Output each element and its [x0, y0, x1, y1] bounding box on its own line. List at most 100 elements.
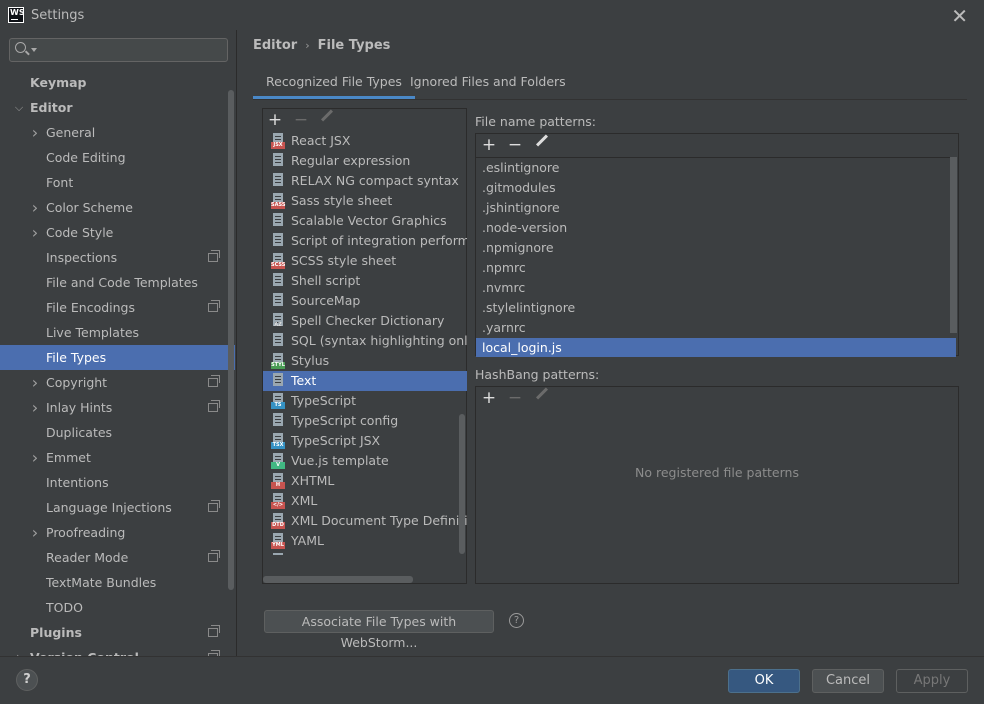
file-type-row[interactable]: YML YAML	[263, 531, 467, 551]
sidebar-item-color-scheme[interactable]: › Color Scheme	[0, 195, 237, 220]
breadcrumb-parent[interactable]: Editor	[253, 38, 297, 53]
file-type-row[interactable]: TSX TypeScript JSX	[263, 431, 467, 451]
sidebar-item-live-templates[interactable]: Live Templates	[0, 320, 237, 345]
apply-button[interactable]: Apply	[896, 669, 968, 693]
chevron-right-icon[interactable]: ›	[29, 445, 41, 470]
sidebar-item-plugins[interactable]: Plugins	[0, 620, 237, 645]
edit-file-type-icon[interactable]	[320, 109, 334, 122]
file-type-row[interactable]: yarn yarn.lock	[263, 551, 467, 555]
sidebar-item-font[interactable]: Font	[0, 170, 237, 195]
add-hashbang-button[interactable]: +	[479, 388, 499, 408]
file-type-row[interactable]: Shell script	[263, 271, 467, 291]
edit-pattern-icon[interactable]	[535, 134, 549, 147]
file-type-row[interactable]: SourceMap	[263, 291, 467, 311]
file-type-row[interactable]: SCSS SCSS style sheet	[263, 251, 467, 271]
file-type-row[interactable]: Script of integration performance	[263, 231, 467, 251]
search-icon	[15, 42, 26, 53]
file-type-row[interactable]: </> XML	[263, 491, 467, 511]
sidebar-item-emmet[interactable]: › Emmet	[0, 445, 237, 470]
ok-button[interactable]: OK	[728, 669, 800, 693]
search-history-dropdown-icon[interactable]	[31, 48, 37, 52]
sidebar-item-general[interactable]: › General	[0, 120, 237, 145]
file-type-row[interactable]: SQL (syntax highlighting only)	[263, 331, 467, 351]
remove-hashbang-button[interactable]: −	[505, 388, 525, 408]
sidebar-item-label: Emmet	[46, 450, 91, 465]
sidebar-item-editor[interactable]: ⌵ Editor	[0, 95, 237, 120]
file-type-row[interactable]: STYL Stylus	[263, 351, 467, 371]
patterns-scrollbar[interactable]	[950, 157, 957, 333]
settings-search[interactable]	[9, 38, 228, 62]
file-type-row[interactable]: DTD XML Document Type Definition	[263, 511, 467, 531]
sidebar-item-proofreading[interactable]: › Proofreading	[0, 520, 237, 545]
sidebar-item-code-editing[interactable]: Code Editing	[0, 145, 237, 170]
sidebar-scrollbar[interactable]	[228, 90, 234, 590]
edit-hashbang-icon[interactable]	[535, 387, 549, 400]
associate-file-types-button[interactable]: Associate File Types with WebStorm...	[264, 610, 494, 650]
pattern-row[interactable]: .node-version	[476, 218, 956, 238]
remove-pattern-button[interactable]: −	[505, 135, 525, 155]
add-pattern-button[interactable]: +	[479, 135, 499, 155]
file-type-row[interactable]: TS TypeScript	[263, 391, 467, 411]
sidebar-item-inlay-hints[interactable]: › Inlay Hints	[0, 395, 237, 420]
file-type-row[interactable]: Text	[263, 371, 467, 391]
file-types-vscrollbar[interactable]	[459, 414, 465, 554]
chevron-right-icon[interactable]: ›	[29, 520, 41, 545]
tab-recognized-file-types[interactable]: Recognized File Types	[253, 70, 415, 99]
sidebar-item-file-and-code-templates[interactable]: File and Code Templates	[0, 270, 237, 295]
pattern-row[interactable]: .npmignore	[476, 238, 956, 258]
help-icon[interactable]: ?	[509, 613, 524, 628]
tab-ignored-files-and-folders[interactable]: Ignored Files and Folders	[397, 70, 579, 99]
sidebar-item-version-control[interactable]: › Version Control	[0, 645, 237, 656]
pattern-row[interactable]: .stylelintignore	[476, 298, 956, 318]
chevron-right-icon[interactable]: ›	[29, 395, 41, 420]
file-type-icon	[271, 153, 285, 169]
pattern-row[interactable]: .gitmodules	[476, 178, 956, 198]
sidebar-item-inspections[interactable]: Inspections	[0, 245, 237, 270]
sidebar-item-intentions[interactable]: Intentions	[0, 470, 237, 495]
file-type-row[interactable]: V Vue.js template	[263, 451, 467, 471]
chevron-right-icon[interactable]: ›	[29, 120, 41, 145]
file-type-icon: JSX	[271, 133, 285, 149]
chevron-right-icon[interactable]: ›	[13, 645, 25, 656]
pattern-row[interactable]: .nvmrc	[476, 278, 956, 298]
file-type-row[interactable]: SASS Sass style sheet	[263, 191, 467, 211]
file-type-icon: H	[271, 473, 285, 489]
file-type-label: Sass style sheet	[291, 193, 393, 208]
pattern-row[interactable]: .npmrc	[476, 258, 956, 278]
file-type-row[interactable]: JSX React JSX	[263, 131, 467, 151]
chevron-right-icon[interactable]: ›	[29, 370, 41, 395]
close-icon[interactable]: ✕	[951, 4, 968, 28]
file-type-row[interactable]: AZ Spell Checker Dictionary	[263, 311, 467, 331]
sidebar-item-reader-mode[interactable]: Reader Mode	[0, 545, 237, 570]
help-button[interactable]: ?	[16, 669, 38, 691]
sidebar-item-todo[interactable]: TODO	[0, 595, 237, 620]
file-type-row[interactable]: RELAX NG compact syntax	[263, 171, 467, 191]
sidebar-item-code-style[interactable]: › Code Style	[0, 220, 237, 245]
chevron-right-icon[interactable]: ›	[29, 220, 41, 245]
file-type-row[interactable]: Regular expression	[263, 151, 467, 171]
file-type-row[interactable]: Scalable Vector Graphics	[263, 211, 467, 231]
add-file-type-button[interactable]: +	[265, 110, 285, 130]
sidebar-item-copyright[interactable]: › Copyright	[0, 370, 237, 395]
file-types-hscrollbar[interactable]	[263, 576, 413, 583]
cancel-button[interactable]: Cancel	[812, 669, 884, 693]
sidebar-item-file-encodings[interactable]: File Encodings	[0, 295, 237, 320]
sidebar-item-textmate-bundles[interactable]: TextMate Bundles	[0, 570, 237, 595]
file-type-row[interactable]: H XHTML	[263, 471, 467, 491]
pattern-row[interactable]: local_login.js	[476, 338, 956, 357]
search-input[interactable]	[38, 41, 223, 59]
pattern-row[interactable]: .yarnrc	[476, 318, 956, 338]
file-type-label: React JSX	[291, 133, 351, 148]
sidebar-item-language-injections[interactable]: Language Injections	[0, 495, 237, 520]
sidebar-item-file-types[interactable]: File Types	[0, 345, 235, 370]
chevron-down-icon[interactable]: ⌵	[13, 95, 25, 120]
sidebar-item-duplicates[interactable]: Duplicates	[0, 420, 237, 445]
pattern-row[interactable]: .eslintignore	[476, 158, 956, 178]
sidebar-item-keymap[interactable]: Keymap	[0, 70, 237, 95]
pattern-row[interactable]: .jshintignore	[476, 198, 956, 218]
sidebar-item-label: Editor	[30, 100, 73, 115]
chevron-right-icon[interactable]: ›	[29, 195, 41, 220]
remove-file-type-button[interactable]: −	[291, 110, 311, 130]
sidebar-item-label: Language Injections	[46, 500, 172, 515]
file-type-row[interactable]: TypeScript config	[263, 411, 467, 431]
